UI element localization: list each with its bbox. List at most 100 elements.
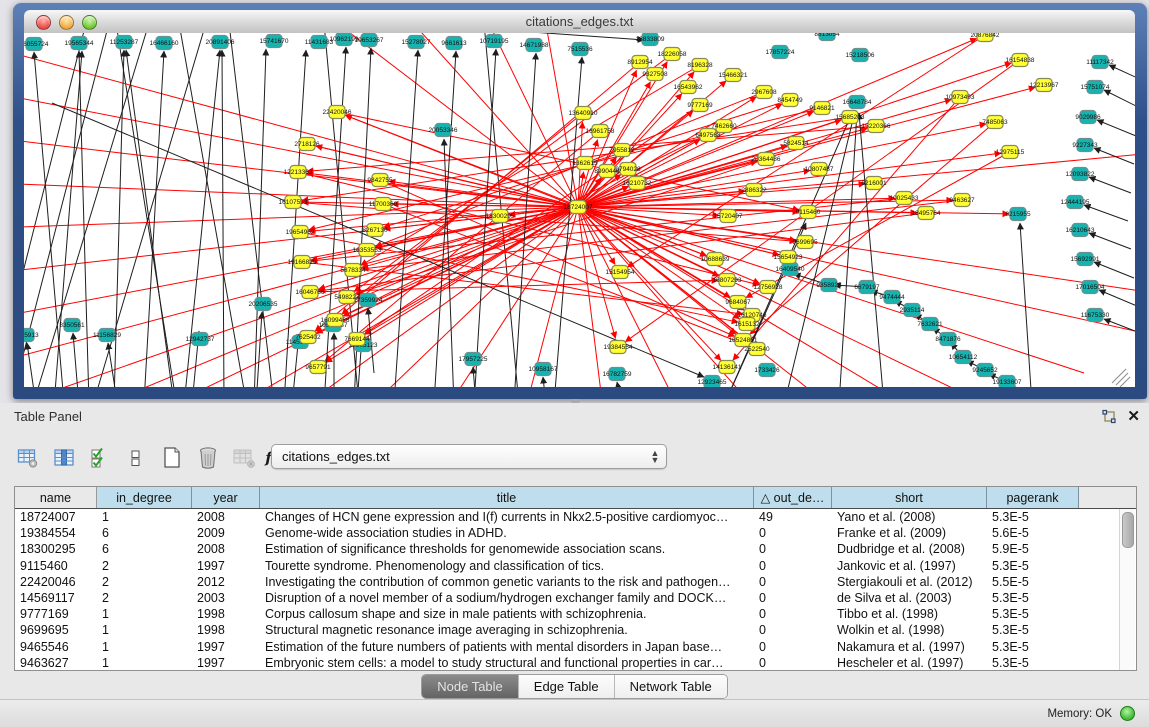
column-header-short[interactable]: short [832,487,987,508]
graph-node[interactable]: 10654112 [949,351,978,364]
graph-node[interactable]: 9474444 [879,291,905,304]
graph-node[interactable]: 8912954 [627,56,653,69]
graph-node[interactable]: 2718126 [294,138,320,151]
graph-node[interactable]: 12213363 [284,166,313,179]
graph-node[interactable]: 14671988 [520,39,549,52]
graph-node[interactable]: 16107553 [279,196,308,209]
graph-node[interactable]: 20053346 [429,124,458,137]
graph-node[interactable]: 16210643 [1066,224,1095,237]
column-header-in_degree[interactable]: in_degree [97,487,192,508]
table-row[interactable]: 2242004622012Investigating the contribut… [15,574,1136,590]
column-header-title[interactable]: title [260,487,754,508]
graph-node[interactable]: 14136141 [713,361,742,374]
graph-node[interactable]: 10688639 [701,253,730,266]
tab-node-table[interactable]: Node Table [422,675,519,698]
graph-node[interactable]: 12923465 [698,376,727,388]
network-canvas[interactable]: 1605572419565344112532871646616020891406… [24,33,1135,387]
graph-node[interactable]: 15654923 [774,251,803,264]
table-mode-icon[interactable] [16,446,40,470]
graph-node[interactable]: 16055724 [24,38,49,51]
delete-table-icon[interactable] [232,446,256,470]
create-column-icon[interactable] [160,446,184,470]
graph-node[interactable]: 2967608 [751,86,777,99]
graph-node[interactable]: 16046766 [296,286,325,299]
graph-node[interactable]: 9327508 [642,68,668,81]
table-row[interactable]: 946362711997Embryonic stem cells: a mode… [15,655,1136,671]
graph-node[interactable]: 9029986 [1075,111,1101,124]
column-header-name[interactable]: name [15,487,97,508]
graph-node[interactable]: 8196328 [687,59,713,72]
graph-node[interactable]: 9858923 [816,279,842,292]
graph-node[interactable]: 16782759 [603,368,632,381]
graph-node[interactable]: 15220366 [862,120,891,133]
graph-node[interactable]: 18226058 [658,48,687,61]
table-row[interactable]: 977716911998Corpus callosum shape and si… [15,606,1136,622]
graph-node[interactable]: 12213967 [1030,79,1059,92]
table-row[interactable]: 946554611997Estimation of the future num… [15,639,1136,655]
citation-network-graph[interactable]: 1605572419565344112532871646616020891406… [24,33,1135,387]
graph-node[interactable]: 15751074 [1081,81,1110,94]
graph-node[interactable]: 10973493 [946,91,975,104]
graph-node[interactable]: 20206535 [249,298,278,311]
column-header-year[interactable]: year [192,487,260,508]
graph-node[interactable]: 20876842 [971,33,1000,42]
graph-node[interactable]: 10025433 [890,192,919,205]
show-columns-icon[interactable] [52,446,76,470]
graph-node[interactable]: 12093822 [1066,168,1095,181]
graph-node[interactable]: 16466160 [150,37,179,50]
unselect-all-icon[interactable] [124,446,148,470]
graph-node[interactable]: 17016504 [1076,281,1105,294]
graph-node[interactable]: 7515536 [567,43,593,56]
graph-node[interactable]: 12444195 [1061,196,1090,209]
graph-node[interactable]: 19565344 [65,37,94,50]
graph-node[interactable]: 9661613 [441,37,467,50]
table-row[interactable]: 1938455462009Genome-wide association stu… [15,525,1136,541]
graph-node[interactable]: 16154838 [1006,54,1035,67]
graph-node[interactable]: 5878334 [340,264,366,277]
graph-node[interactable]: 9777169 [687,99,713,112]
graph-node[interactable]: 19654962 [286,226,315,239]
graph-node[interactable]: 8471876 [935,333,961,346]
graph-node[interactable]: 3315913 [24,329,39,342]
graph-node[interactable]: 13640910 [569,107,598,120]
vertical-scrollbar[interactable] [1119,509,1135,670]
graph-node[interactable]: 8215955 [1005,208,1031,221]
graph-node[interactable]: 15218506 [846,49,875,62]
graph-node[interactable]: 19384554 [604,341,633,354]
graph-node[interactable]: 8350561 [59,319,85,332]
graph-node[interactable]: 12975115 [996,146,1025,159]
tab-network-table[interactable]: Network Table [615,675,727,698]
graph-node[interactable]: 15720407 [714,210,743,223]
graph-node[interactable]: 15741670 [260,35,289,48]
graph-node[interactable]: 9657791 [305,361,331,374]
delete-columns-icon[interactable] [196,446,220,470]
graph-node[interactable]: 17857224 [766,46,795,59]
graph-node[interactable]: 11117342 [1086,56,1114,69]
graph-node[interactable]: 1733426 [754,364,780,377]
select-all-icon[interactable] [88,446,112,470]
graph-node[interactable]: 15466321 [719,69,748,82]
network-window-titlebar[interactable]: citations_edges.txt [24,10,1135,34]
table-row[interactable]: 969969511998Structural magnetic resonanc… [15,622,1136,638]
graph-node[interactable]: 15685203 [836,111,865,124]
graph-node[interactable]: 8813054 [814,33,840,41]
table-row[interactable]: 1830029562008Estimation of significance … [15,541,1136,557]
table-chooser-select[interactable]: citations_edges.txt ▲▼ [271,444,667,469]
graph-node[interactable]: 18833809 [636,33,665,46]
scrollbar-thumb[interactable] [1122,512,1134,548]
graph-node[interactable]: 10958167 [529,363,558,376]
graph-node[interactable]: 7485063 [982,116,1008,129]
table-row[interactable]: 911546021997Tourette syndrome. Phenomeno… [15,558,1136,574]
graph-node[interactable]: 9463627 [949,194,975,207]
table-row[interactable]: 1872400712008Changes of HCN gene express… [15,509,1136,525]
graph-node[interactable]: 17957225 [459,353,488,366]
graph-node[interactable]: 9227343 [1072,139,1098,152]
graph-node[interactable]: 18495764 [912,207,941,220]
graph-node[interactable]: 16543962 [674,81,703,94]
column-header-out_degree[interactable]: △ out_de… [754,487,832,508]
tab-edge-table[interactable]: Edge Table [519,675,615,698]
graph-node[interactable]: 9699695 [792,236,818,249]
graph-node[interactable]: 9146821 [809,102,835,115]
graph-node[interactable]: 10719195 [480,35,509,48]
float-window-icon[interactable] [1101,409,1117,425]
